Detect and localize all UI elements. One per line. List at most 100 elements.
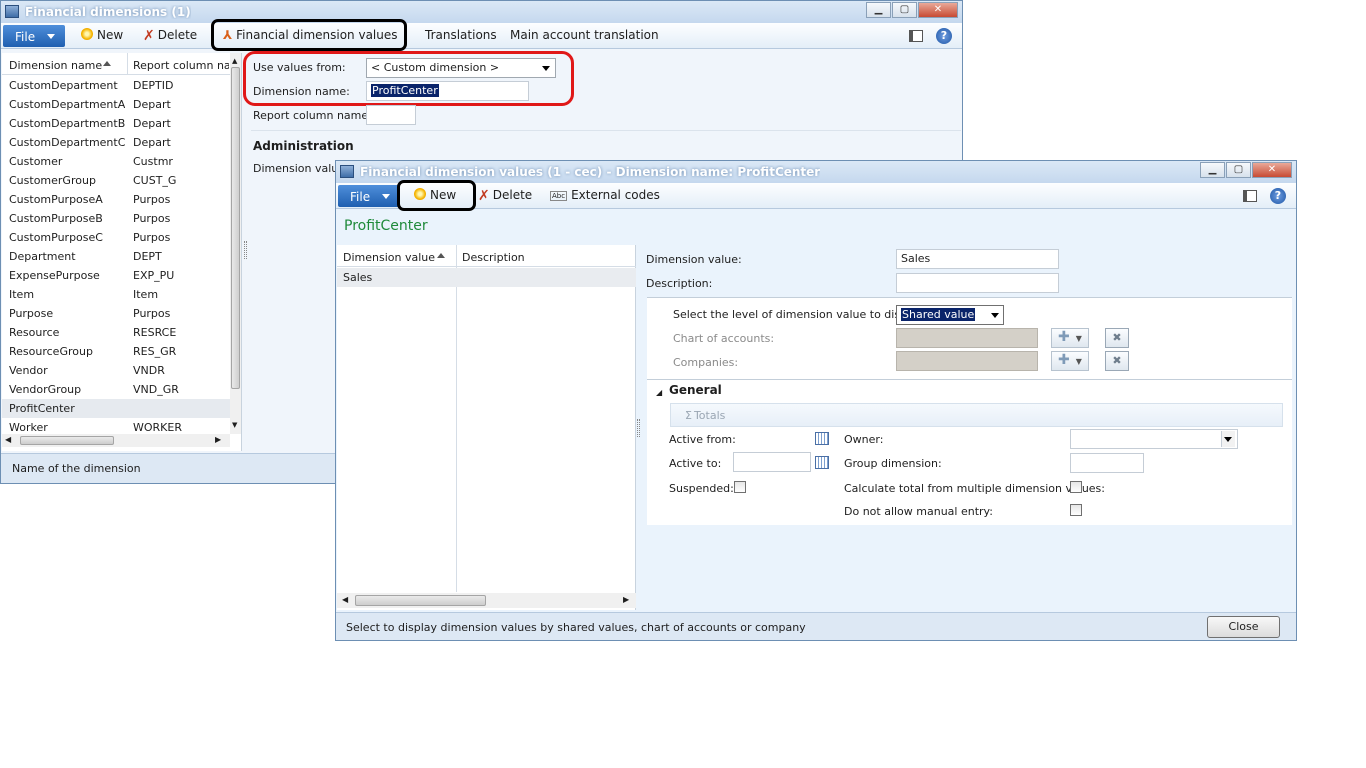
- file-menu-button[interactable]: File: [338, 185, 400, 207]
- table-row[interactable]: CustomPurposeC Purpos: [2, 228, 230, 247]
- cell-dimension-name: ExpensePurpose: [9, 269, 100, 282]
- chevron-down-icon: [47, 34, 55, 39]
- table-row[interactable]: Department DEPT: [2, 247, 230, 266]
- remove-company-button[interactable]: ✖: [1105, 351, 1129, 371]
- dimension-values-grid: Dimension value Description Sales ◀ ▶: [337, 245, 636, 610]
- delete-button[interactable]: ✗ Delete: [143, 28, 197, 44]
- collapse-icon[interactable]: ◢: [656, 388, 662, 397]
- suspended-checkbox[interactable]: [734, 481, 746, 493]
- level-select[interactable]: Shared value: [896, 305, 1004, 325]
- vertical-scrollbar[interactable]: ▲ ▼: [230, 53, 241, 434]
- minimize-button[interactable]: ▁: [1200, 162, 1225, 178]
- level-panel: Select the level of dimension value to d…: [647, 297, 1292, 380]
- file-menu-button[interactable]: File: [3, 25, 65, 47]
- cell-report-column: WORKER: [133, 421, 182, 434]
- dimension-value-field[interactable]: Sales: [896, 249, 1059, 269]
- description-field[interactable]: [896, 273, 1059, 293]
- add-company-button[interactable]: ✚ ▼: [1051, 351, 1089, 371]
- horizontal-scrollbar[interactable]: ◀ ▶: [337, 593, 636, 608]
- col-dimension-value[interactable]: Dimension value: [343, 251, 435, 264]
- close-window-button[interactable]: ✕: [918, 2, 958, 18]
- scroll-right-icon[interactable]: ▶: [623, 595, 629, 604]
- delete-button[interactable]: ✗ Delete: [478, 188, 532, 204]
- app-icon: [340, 165, 354, 178]
- calc-total-checkbox[interactable]: [1070, 481, 1082, 493]
- remove-chart-button[interactable]: ✖: [1105, 328, 1129, 348]
- table-row[interactable]: CustomDepartmentB Depart: [2, 114, 230, 133]
- owner-select[interactable]: [1070, 429, 1238, 449]
- col-description[interactable]: Description: [462, 251, 525, 264]
- h-scroll-thumb[interactable]: [20, 436, 114, 445]
- translations-button[interactable]: Translations: [425, 28, 497, 42]
- cell-dimension-name: Purpose: [9, 307, 54, 320]
- cell-report-column: Purpos: [133, 307, 171, 320]
- table-row[interactable]: CustomDepartment DEPTID: [2, 76, 230, 95]
- table-row[interactable]: CustomPurposeA Purpos: [2, 190, 230, 209]
- scroll-left-icon[interactable]: ◀: [5, 435, 11, 444]
- table-row[interactable]: CustomPurposeB Purpos: [2, 209, 230, 228]
- cell-dimension-name: Vendor: [9, 364, 48, 377]
- sigma-icon: Σ: [685, 409, 692, 422]
- scroll-left-icon[interactable]: ◀: [342, 595, 348, 604]
- scroll-up-icon[interactable]: ▲: [232, 57, 237, 65]
- maximize-button[interactable]: ▢: [1226, 162, 1251, 178]
- calc-total-label: Calculate total from multiple dimension …: [844, 482, 1105, 495]
- splitter[interactable]: [244, 241, 247, 259]
- horizontal-scrollbar[interactable]: ◀ ▶: [2, 434, 230, 447]
- layout-icon[interactable]: [1243, 190, 1257, 202]
- close-window-button[interactable]: ✕: [1252, 162, 1292, 178]
- h-scroll-thumb[interactable]: [355, 595, 486, 606]
- external-codes-icon: Abc: [550, 191, 568, 201]
- table-row[interactable]: CustomDepartmentA Depart: [2, 95, 230, 114]
- main-account-translation-button[interactable]: Main account translation: [510, 28, 659, 42]
- help-icon[interactable]: ?: [1270, 188, 1286, 204]
- table-row[interactable]: ResourceGroup RES_GR: [2, 342, 230, 361]
- scroll-down-icon[interactable]: ▼: [232, 421, 237, 429]
- table-row[interactable]: Vendor VNDR: [2, 361, 230, 380]
- action-pane: File New ✗ Delete ⅄ Financial dimension va…: [1, 23, 962, 49]
- col-dimension-name[interactable]: Dimension name: [9, 59, 102, 72]
- action-pane: File New ✗ Delete Abc External codes ?: [336, 183, 1296, 209]
- calendar-icon[interactable]: [815, 432, 829, 445]
- add-chart-button[interactable]: ✚ ▼: [1051, 328, 1089, 348]
- external-codes-button[interactable]: Abc External codes: [550, 188, 660, 202]
- scroll-thumb[interactable]: [231, 67, 240, 389]
- col-report-column-name[interactable]: Report column nam: [133, 59, 229, 72]
- table-row[interactable]: Sales: [337, 268, 636, 287]
- external-codes-label: External codes: [571, 188, 660, 202]
- cell-dimension-name: Customer: [9, 155, 63, 168]
- cell-report-column: DEPTID: [133, 79, 174, 92]
- no-manual-entry-checkbox[interactable]: [1070, 504, 1082, 516]
- table-row[interactable]: Item Item: [2, 285, 230, 304]
- cell-report-column: DEPT: [133, 250, 162, 263]
- table-row[interactable]: ExpensePurpose EXP_PU: [2, 266, 230, 285]
- table-row[interactable]: ProfitCenter: [2, 399, 230, 418]
- cell-dimension-name: ProfitCenter: [9, 402, 75, 415]
- black-highlight-fin-dim-values: [211, 19, 407, 51]
- table-row[interactable]: CustomDepartmentC Depart: [2, 133, 230, 152]
- companies-label: Companies:: [673, 356, 739, 369]
- new-button[interactable]: New: [81, 28, 123, 42]
- splitter[interactable]: [637, 419, 640, 437]
- general-header[interactable]: General: [669, 383, 722, 397]
- maximize-button[interactable]: ▢: [892, 2, 917, 18]
- cell-report-column: Item: [133, 288, 159, 301]
- status-text: Select to display dimension values by sh…: [346, 621, 806, 634]
- table-row[interactable]: Purpose Purpos: [2, 304, 230, 323]
- table-row[interactable]: Resource RESRCE: [2, 323, 230, 342]
- table-row[interactable]: Customer Custmr: [2, 152, 230, 171]
- cell-report-column: Purpos: [133, 212, 171, 225]
- table-row[interactable]: VendorGroup VND_GR: [2, 380, 230, 399]
- cell-dimension-name: VendorGroup: [9, 383, 82, 396]
- calendar-icon[interactable]: [815, 456, 829, 469]
- active-to-field[interactable]: [733, 452, 811, 472]
- scroll-right-icon[interactable]: ▶: [215, 435, 221, 444]
- report-column-name-field[interactable]: [366, 105, 416, 125]
- close-button[interactable]: Close: [1207, 616, 1280, 638]
- minimize-button[interactable]: ▁: [866, 2, 891, 18]
- group-dimension-field[interactable]: [1070, 453, 1144, 473]
- cell-dimension-name: Item: [9, 288, 35, 301]
- help-icon[interactable]: ?: [936, 28, 952, 44]
- table-row[interactable]: CustomerGroup CUST_G: [2, 171, 230, 190]
- layout-icon[interactable]: [909, 30, 923, 42]
